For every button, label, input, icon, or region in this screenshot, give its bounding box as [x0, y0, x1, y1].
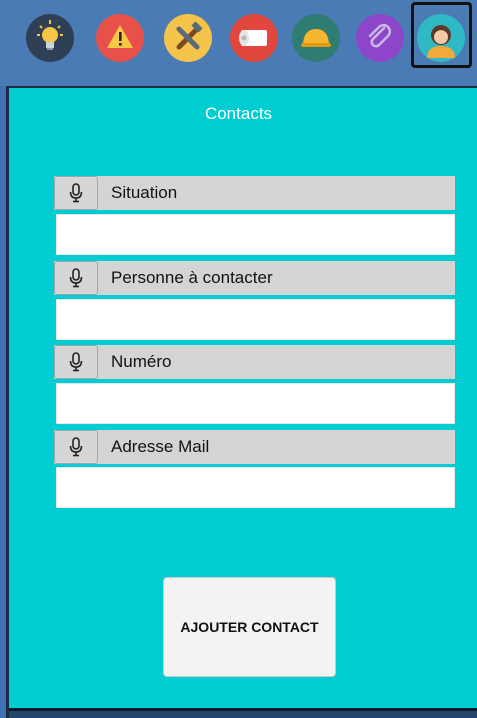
- field-label: Numéro: [111, 352, 172, 371]
- situation-field[interactable]: [56, 214, 455, 255]
- label-row-number: Numéro: [54, 345, 455, 379]
- label-row-email: Adresse Mail: [54, 430, 455, 464]
- microphone-button[interactable]: [54, 176, 98, 210]
- microphone-button[interactable]: [54, 430, 98, 464]
- microphone-icon: [69, 437, 83, 457]
- user-avatar-icon[interactable]: [417, 14, 465, 62]
- tools-icon[interactable]: [164, 14, 212, 62]
- paper-roll-icon[interactable]: [230, 14, 278, 62]
- bottom-bar: [9, 708, 477, 718]
- field-label: Personne à contacter: [111, 268, 273, 287]
- contact-person-field[interactable]: [56, 299, 455, 340]
- email-field[interactable]: [56, 467, 455, 508]
- lightbulb-icon[interactable]: [26, 14, 74, 62]
- add-contact-button[interactable]: AJOUTER CONTACT: [163, 577, 336, 677]
- microphone-icon: [69, 352, 83, 372]
- microphone-button[interactable]: [54, 345, 98, 379]
- field-label: Adresse Mail: [111, 437, 210, 456]
- label-row-contact-person: Personne à contacter: [54, 261, 455, 295]
- page-title: Contacts: [204, 104, 273, 123]
- microphone-icon: [69, 268, 83, 288]
- top-toolbar: [0, 0, 477, 86]
- paperclip-icon[interactable]: [356, 14, 404, 62]
- microphone-icon: [69, 183, 83, 203]
- left-edge: [0, 86, 9, 718]
- field-label: Situation: [111, 183, 178, 202]
- hard-hat-icon[interactable]: [292, 14, 340, 62]
- label-row-situation: Situation: [54, 176, 455, 210]
- warning-icon[interactable]: [96, 14, 144, 62]
- microphone-button[interactable]: [54, 261, 98, 295]
- number-field[interactable]: [56, 383, 455, 424]
